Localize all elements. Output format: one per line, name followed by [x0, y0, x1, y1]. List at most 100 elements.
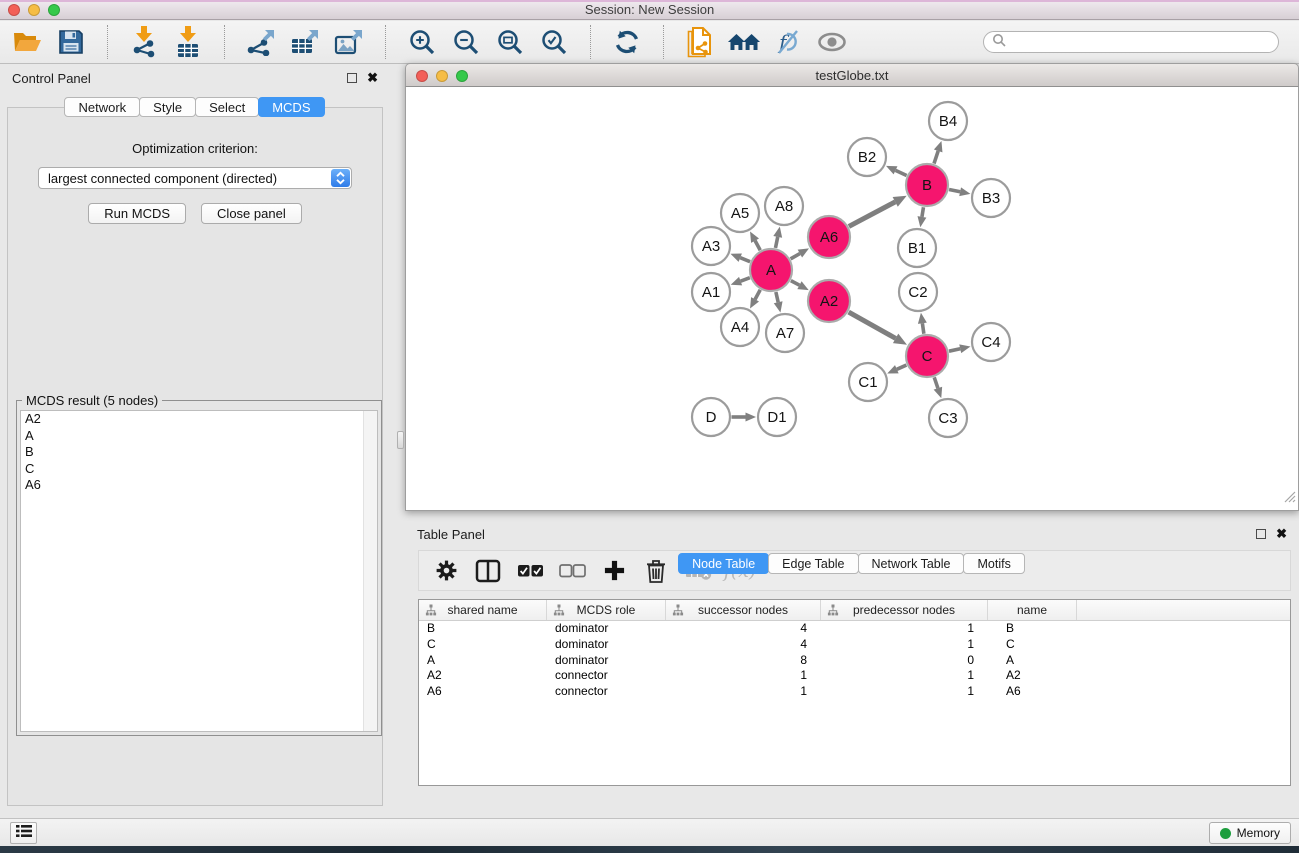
- graph-edge-B-B1[interactable]: [922, 207, 924, 217]
- export-network-icon[interactable]: [244, 25, 278, 59]
- svg-text:D: D: [706, 409, 717, 426]
- import-network-icon[interactable]: [127, 25, 161, 59]
- graph-edge-B-B4[interactable]: [934, 151, 938, 164]
- graph-node-D[interactable]: D: [692, 398, 730, 436]
- run-mcds-button[interactable]: Run MCDS: [88, 203, 186, 224]
- result-list-item[interactable]: B: [21, 444, 377, 461]
- graph-node-C1[interactable]: C1: [849, 363, 887, 401]
- svg-text:B2: B2: [858, 149, 876, 166]
- graph-node-A1[interactable]: A1: [692, 273, 730, 311]
- home-double-icon[interactable]: [727, 25, 761, 59]
- eye-icon[interactable]: [815, 25, 849, 59]
- graph-edge-C-C2[interactable]: [922, 323, 923, 334]
- tab-node-table[interactable]: Node Table: [678, 553, 769, 574]
- graph-node-B[interactable]: B: [906, 164, 948, 206]
- graph-edge-C-C1[interactable]: [897, 365, 907, 369]
- graph-edge-A6-B[interactable]: [849, 202, 895, 227]
- graph-edge-B-B3[interactable]: [949, 189, 960, 191]
- refresh-icon[interactable]: [610, 25, 644, 59]
- zoom-fit-icon[interactable]: [493, 25, 527, 59]
- memory-button[interactable]: Memory: [1209, 822, 1291, 844]
- graph-edge-A-A1[interactable]: [741, 278, 750, 281]
- application-window: Session: New Session f Control Panel ✖ N…: [0, 0, 1299, 853]
- open-folder-icon[interactable]: [10, 25, 44, 59]
- save-icon[interactable]: [54, 25, 88, 59]
- result-scrollbar[interactable]: [363, 411, 377, 731]
- network-graph[interactable]: B4 B2 B B3 A5A8A6 B1 A3 A A1 C2 A2 A4A7 C4 C C1 C3 D D1: [406, 87, 1298, 509]
- graph-node-B4[interactable]: B4: [929, 102, 967, 140]
- tab-select[interactable]: Select: [195, 97, 259, 117]
- result-list-item[interactable]: A2: [21, 411, 377, 428]
- close-panel-button[interactable]: Close panel: [201, 203, 302, 224]
- graph-node-A6[interactable]: A6: [808, 216, 850, 258]
- network-window-titlebar[interactable]: testGlobe.txt: [405, 63, 1299, 87]
- result-list-item[interactable]: A: [21, 428, 377, 445]
- float-panel-icon[interactable]: [347, 73, 357, 83]
- tab-mcds[interactable]: MCDS: [258, 97, 324, 117]
- mcds-result-list[interactable]: A2ABCA6: [20, 410, 378, 732]
- graph-node-B3[interactable]: B3: [972, 179, 1010, 217]
- graph-edge-A-A2[interactable]: [791, 281, 800, 286]
- tab-motifs[interactable]: Motifs: [963, 553, 1024, 574]
- desktop-wallpaper: [0, 846, 1299, 853]
- network-canvas[interactable]: B4 B2 B B3 A5A8A6 B1 A3 A A1 C2 A2 A4A7 C4 C C1 C3 D D1: [405, 87, 1299, 511]
- graph-edge-A-A3[interactable]: [740, 258, 750, 262]
- graph-edge-A-A7[interactable]: [776, 292, 778, 302]
- result-list-item[interactable]: A6: [21, 477, 377, 494]
- graph-edge-A2-C[interactable]: [849, 312, 896, 338]
- export-image-icon[interactable]: [332, 25, 366, 59]
- criterion-dropdown[interactable]: largest connected component (directed): [38, 167, 352, 189]
- graph-edge-arrowhead: [731, 277, 742, 285]
- export-table-icon[interactable]: [288, 25, 322, 59]
- table-close-panel-icon[interactable]: ✖: [1276, 529, 1287, 539]
- tab-network-table[interactable]: Network Table: [858, 553, 965, 574]
- close-panel-icon[interactable]: ✖: [367, 73, 378, 83]
- graph-edge-A-A6[interactable]: [791, 254, 800, 259]
- result-list-item[interactable]: C: [21, 461, 377, 478]
- tab-network[interactable]: Network: [64, 97, 140, 117]
- graph-node-C3[interactable]: C3: [929, 399, 967, 437]
- task-history-button[interactable]: [10, 822, 37, 844]
- graph-node-A[interactable]: A: [750, 249, 792, 291]
- svg-text:C1: C1: [858, 374, 877, 391]
- graph-node-D1[interactable]: D1: [758, 398, 796, 436]
- graph-edge-C-C3[interactable]: [934, 377, 938, 388]
- graph-edge-B-B2[interactable]: [896, 170, 907, 175]
- table-panel-header: Table Panel ✖: [405, 520, 1299, 548]
- graph-node-C2[interactable]: C2: [899, 273, 937, 311]
- graph-node-A8[interactable]: A8: [765, 187, 803, 225]
- graph-node-C[interactable]: C: [906, 335, 948, 377]
- main-toolbar: f: [0, 21, 1299, 64]
- graph-edge-arrowhead: [934, 141, 943, 152]
- graph-edge-A-A8[interactable]: [775, 237, 777, 248]
- zoom-in-icon[interactable]: [405, 25, 439, 59]
- tab-style[interactable]: Style: [139, 97, 196, 117]
- graph-node-A2[interactable]: A2: [808, 280, 850, 322]
- table-float-panel-icon[interactable]: [1256, 529, 1266, 539]
- graph-node-A3[interactable]: A3: [692, 227, 730, 265]
- search-box[interactable]: [983, 31, 1279, 53]
- resize-grip-icon[interactable]: [1282, 489, 1296, 508]
- tab-edge-table[interactable]: Edge Table: [768, 553, 858, 574]
- graph-edge-A-A5[interactable]: [755, 241, 760, 251]
- toolbar-separator: [663, 25, 664, 59]
- graph-node-B1[interactable]: B1: [898, 229, 936, 267]
- search-input[interactable]: [1011, 35, 1270, 49]
- graph-node-A5[interactable]: A5: [721, 194, 759, 232]
- style-off-icon[interactable]: f: [771, 25, 805, 59]
- search-icon: [992, 33, 1006, 52]
- graph-node-C4[interactable]: C4: [972, 323, 1010, 361]
- graph-edge-A-A4[interactable]: [755, 290, 760, 300]
- status-bar: Memory: [0, 818, 1299, 846]
- graph-node-A4[interactable]: A4: [721, 308, 759, 346]
- control-panel: Control Panel ✖ NetworkStyleSelectMCDS O…: [0, 64, 390, 818]
- import-table-icon[interactable]: [171, 25, 205, 59]
- split-divider-handle[interactable]: [397, 431, 404, 449]
- zoom-selected-icon[interactable]: [537, 25, 571, 59]
- graph-node-A7[interactable]: A7: [766, 314, 804, 352]
- graph-node-B2[interactable]: B2: [848, 138, 886, 176]
- zoom-out-icon[interactable]: [449, 25, 483, 59]
- svg-text:C: C: [922, 348, 933, 365]
- graph-edge-C-C4[interactable]: [949, 349, 960, 351]
- overview-document-icon[interactable]: [683, 25, 717, 59]
